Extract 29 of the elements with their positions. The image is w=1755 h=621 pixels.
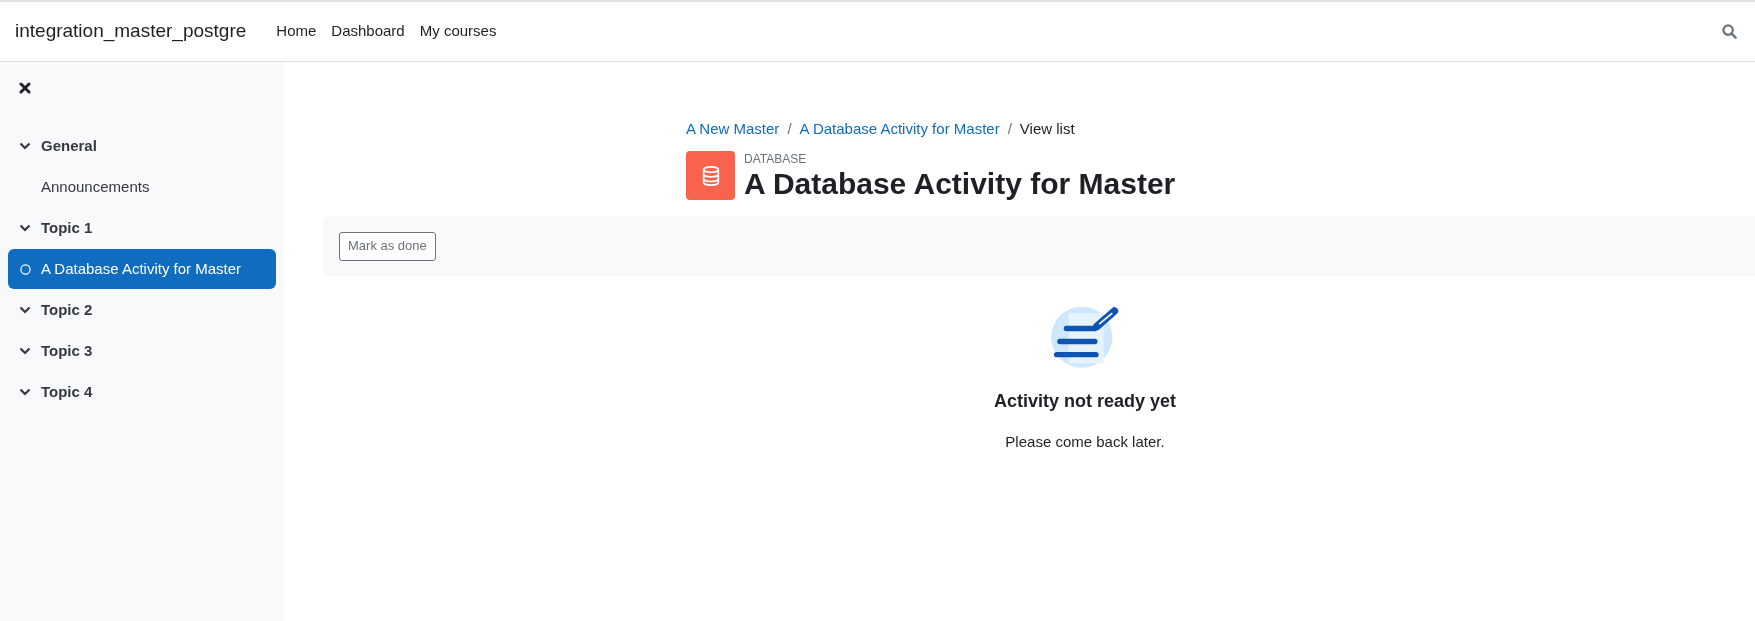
chevron-down-icon[interactable]	[19, 224, 31, 232]
activity-item[interactable]: A Database Activity for Master	[8, 249, 276, 289]
notice-heading: Activity not ready yet	[993, 390, 1177, 413]
close-icon[interactable]	[19, 82, 31, 94]
section-item[interactable]: Topic 1	[8, 208, 276, 248]
breadcrumb-link[interactable]: A New Master	[686, 117, 780, 141]
section-item[interactable]: Topic 2	[8, 290, 276, 330]
site-name[interactable]: integration_master_postgre	[15, 17, 247, 46]
nav-link[interactable]: Home	[276, 20, 317, 43]
breadcrumb-separator: /	[1007, 118, 1012, 139]
section-item[interactable]: Topic 3	[8, 331, 276, 371]
chevron-down-icon[interactable]	[19, 347, 31, 355]
activity-type-label: DATABASE	[744, 152, 808, 166]
page-title: A Database Activity for Master	[744, 166, 1176, 202]
database-icon	[686, 151, 735, 200]
chevron-down-icon[interactable]	[19, 142, 31, 150]
section-item[interactable]: Topic 4	[8, 372, 276, 412]
breadcrumb-separator: /	[787, 118, 792, 139]
chevron-down-icon[interactable]	[19, 388, 31, 396]
search-icon[interactable]	[1722, 24, 1737, 39]
section-item[interactable]: General	[8, 126, 276, 166]
mark-as-done-button[interactable]: Mark as done	[339, 231, 436, 261]
activity-item[interactable]: Announcements	[8, 167, 276, 207]
chevron-down-icon[interactable]	[19, 306, 31, 314]
breadcrumb-current[interactable]: View list	[1019, 117, 1075, 141]
nav-link[interactable]: Dashboard	[331, 20, 405, 43]
nav-link[interactable]: My courses	[419, 20, 497, 43]
breadcrumb-link[interactable]: A Database Activity for Master	[799, 117, 1000, 141]
notice-message: Please come back later.	[1005, 432, 1165, 452]
